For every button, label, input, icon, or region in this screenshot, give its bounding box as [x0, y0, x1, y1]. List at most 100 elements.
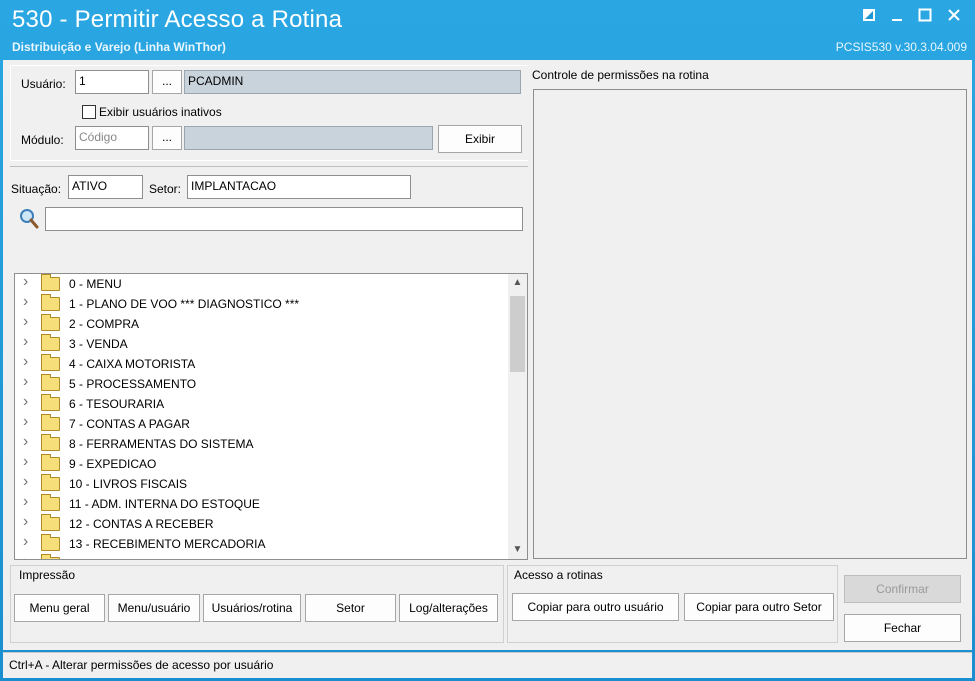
folder-icon: [41, 294, 60, 311]
tree-item[interactable]: › 9 - EXPEDICAO: [15, 453, 509, 474]
folder-icon: [41, 434, 60, 451]
tree-item-label: 11 - ADM. INTERNA DO ESTOQUE: [69, 497, 260, 511]
show-inactive-label: Exibir usuários inativos: [99, 105, 222, 119]
permissions-title: Controle de permissões na rotina: [532, 68, 709, 82]
expand-arrow-icon[interactable]: ›: [23, 293, 28, 311]
tree-item[interactable]: › 11 - ADM. INTERNA DO ESTOQUE: [15, 493, 509, 514]
folder-icon: [41, 414, 60, 431]
tree-item[interactable]: › 13 - RECEBIMENTO MERCADORIA: [15, 533, 509, 554]
expand-arrow-icon[interactable]: ›: [23, 453, 28, 471]
routine-tree[interactable]: › 0 - MENU › 1 - PLANO DE VOO *** DIAGNOSTI…: [14, 273, 528, 560]
show-inactive-checkbox[interactable]: [82, 105, 96, 119]
tree-item[interactable]: › 0 - MENU: [15, 274, 509, 294]
user-code-input[interactable]: 1: [75, 70, 149, 94]
expand-arrow-icon[interactable]: ›: [23, 533, 28, 551]
permissions-panel[interactable]: [533, 89, 967, 559]
user-label: Usuário:: [21, 77, 66, 91]
print-users-routine-button[interactable]: Usuários/rotina: [203, 594, 301, 622]
tree-item[interactable]: › 10 - LIVROS FISCAIS: [15, 473, 509, 494]
tree-item-label: 9 - EXPEDICAO: [69, 457, 157, 471]
status-bar: Ctrl+A - Alterar permissões de acesso po…: [3, 652, 972, 678]
expand-arrow-icon[interactable]: ›: [23, 553, 28, 559]
tree-item[interactable]: › 8 - FERRAMENTAS DO SISTEMA: [15, 433, 509, 454]
sector-field[interactable]: IMPLANTACAO: [187, 175, 411, 199]
expand-arrow-icon[interactable]: ›: [23, 413, 28, 431]
expand-arrow-icon[interactable]: ›: [23, 353, 28, 371]
main-panel: Usuário: 1 ... PCADMIN Exibir usuários i…: [3, 60, 972, 650]
copy-to-user-button[interactable]: Copiar para outro usuário: [512, 593, 679, 621]
tree-item[interactable]: › 3 - VENDA: [15, 333, 509, 354]
sector-label: Setor:: [149, 182, 182, 196]
version-label: PCSIS530 v.30.3.04.009: [835, 40, 967, 54]
module-name-field: [184, 126, 433, 150]
print-log-button[interactable]: Log/alterações: [399, 594, 498, 622]
tree-item[interactable]: › 14 - FATURAMENTO: [15, 553, 509, 559]
folder-icon: [41, 334, 60, 351]
access-group-title: Acesso a rotinas: [514, 568, 603, 582]
tree-item-label: 7 - CONTAS A PAGAR: [69, 417, 190, 431]
expand-arrow-icon[interactable]: ›: [23, 433, 28, 451]
tree-item-label: 13 - RECEBIMENTO MERCADORIA: [69, 537, 266, 551]
tree-item-label: 14 - FATURAMENTO: [69, 557, 183, 559]
print-sector-button[interactable]: Setor: [305, 594, 396, 622]
scroll-thumb[interactable]: [510, 296, 525, 372]
confirm-button[interactable]: Confirmar: [844, 575, 961, 603]
tree-item-label: 5 - PROCESSAMENTO: [69, 377, 197, 391]
app-window: 530 - Permitir Acesso a Rotina Distribui…: [0, 0, 975, 681]
user-name-field: PCADMIN: [184, 70, 521, 94]
folder-icon: [41, 354, 60, 371]
situation-label: Situação:: [11, 182, 62, 196]
search-input[interactable]: [45, 207, 523, 231]
tree-item[interactable]: › 4 - CAIXA MOTORISTA: [15, 353, 509, 374]
folder-icon: [41, 514, 60, 531]
close-icon[interactable]: [943, 8, 965, 28]
expand-arrow-icon[interactable]: ›: [23, 493, 28, 511]
tree-item-label: 6 - TESOURARIA: [69, 397, 165, 411]
title-bar[interactable]: 530 - Permitir Acesso a Rotina Distribui…: [0, 0, 975, 58]
copy-to-sector-button[interactable]: Copiar para outro Setor: [684, 593, 834, 621]
window-title: 530 - Permitir Acesso a Rotina: [12, 6, 343, 33]
tree-item[interactable]: › 7 - CONTAS A PAGAR: [15, 413, 509, 434]
tree-item[interactable]: › 12 - CONTAS A RECEBER: [15, 513, 509, 534]
user-lookup-button[interactable]: ...: [152, 70, 182, 94]
folder-icon: [41, 534, 60, 551]
tree-item-label: 10 - LIVROS FISCAIS: [69, 477, 188, 491]
close-button[interactable]: Fechar: [844, 614, 961, 642]
print-group-title: Impressão: [19, 568, 76, 582]
tree-item-label: 12 - CONTAS A RECEBER: [69, 517, 214, 531]
tree-item-label: 8 - FERRAMENTAS DO SISTEMA: [69, 437, 254, 451]
tree-item[interactable]: › 2 - COMPRA: [15, 313, 509, 334]
tree-item-label: 4 - CAIXA MOTORISTA: [69, 357, 196, 371]
folder-icon: [41, 454, 60, 471]
expand-arrow-icon[interactable]: ›: [23, 333, 28, 351]
module-lookup-button[interactable]: ...: [152, 126, 182, 150]
show-button[interactable]: Exibir: [438, 125, 522, 153]
tree-item[interactable]: › 5 - PROCESSAMENTO: [15, 373, 509, 394]
tree-item[interactable]: › 1 - PLANO DE VOO *** DIAGNOSTICO ***: [15, 293, 509, 314]
folder-icon: [41, 274, 60, 291]
print-user-menu-button[interactable]: Menu/usuário: [108, 594, 200, 622]
folder-icon: [41, 494, 60, 511]
scroll-down-icon[interactable]: ▼: [508, 541, 527, 559]
magnifier-icon[interactable]: [18, 208, 40, 230]
print-general-menu-button[interactable]: Menu geral: [14, 594, 105, 622]
minimize-icon[interactable]: [886, 8, 908, 28]
scroll-up-icon[interactable]: ▲: [508, 274, 527, 292]
tree-scrollbar[interactable]: ▲ ▼: [508, 274, 527, 559]
divider: [10, 166, 528, 167]
expand-arrow-icon[interactable]: ›: [23, 313, 28, 331]
expand-arrow-icon[interactable]: ›: [23, 473, 28, 491]
expand-arrow-icon[interactable]: ›: [23, 513, 28, 531]
tree-item-label: 1 - PLANO DE VOO *** DIAGNOSTICO ***: [69, 297, 300, 311]
expand-arrow-icon[interactable]: ›: [23, 393, 28, 411]
maximize-icon[interactable]: [914, 8, 936, 28]
expand-arrow-icon[interactable]: ›: [23, 274, 28, 291]
situation-field[interactable]: ATIVO: [68, 175, 143, 199]
folder-icon: [41, 374, 60, 391]
window-subtitle: Distribuição e Varejo (Linha WinThor): [12, 40, 226, 54]
restore-icon[interactable]: [858, 8, 880, 28]
module-code-input[interactable]: Código: [75, 126, 149, 150]
folder-icon: [41, 554, 60, 559]
expand-arrow-icon[interactable]: ›: [23, 373, 28, 391]
tree-item[interactable]: › 6 - TESOURARIA: [15, 393, 509, 414]
